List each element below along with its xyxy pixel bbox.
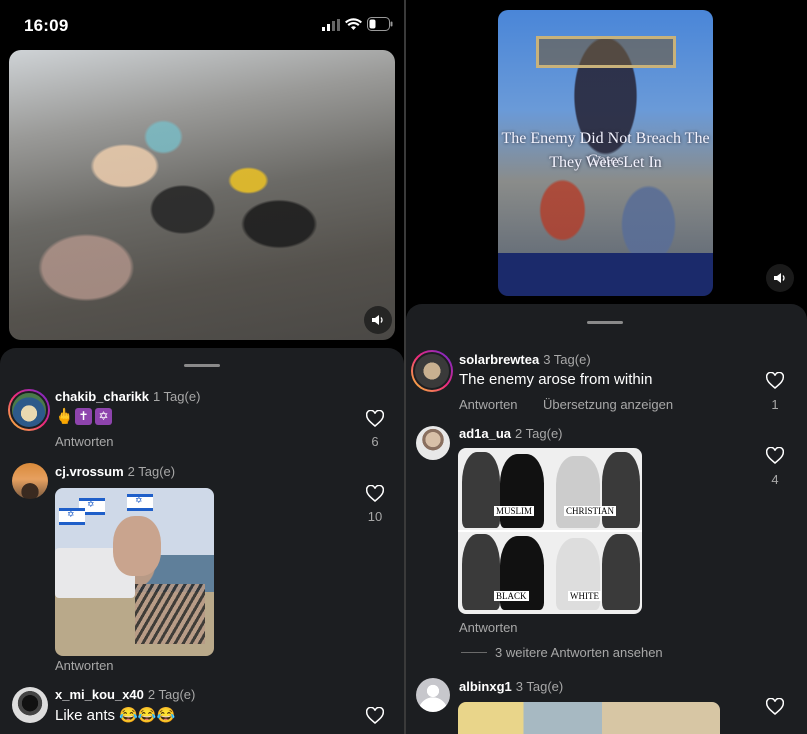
wifi-icon xyxy=(345,18,362,30)
latin-cross-emoji: ✝ xyxy=(75,407,92,425)
cartoon-figure xyxy=(462,452,500,528)
caricature-face xyxy=(113,516,161,576)
gate-graphic xyxy=(536,36,676,68)
comment-time: 2 Tag(e) xyxy=(515,426,563,441)
cartoon-label: MUSLIM xyxy=(494,506,535,516)
status-bar: 16:09 xyxy=(0,0,404,50)
battery-icon xyxy=(367,17,393,31)
avatar[interactable] xyxy=(8,389,50,431)
cartoon-figure xyxy=(556,456,600,528)
comment-image[interactable] xyxy=(55,488,214,656)
video-caption-line2: They Were Let In xyxy=(549,154,662,171)
heart-icon[interactable] xyxy=(366,410,384,427)
speaker-icon xyxy=(372,315,383,325)
comment-username[interactable]: chakib_charikk 1 Tag(e) xyxy=(55,389,200,404)
left-screen: 16:09 chakib_charikk 1 Tag(e) 🖕 ✝ ✡ Antw… xyxy=(0,0,404,734)
israel-flag xyxy=(59,508,85,525)
username-link[interactable]: x_mi_kou_x40 xyxy=(55,687,144,702)
panel-separator xyxy=(458,530,642,532)
cartoon-label: CHRISTIAN xyxy=(564,506,617,516)
cartoon-figure xyxy=(602,452,640,528)
middle-finger-emoji: 🖕 xyxy=(55,407,74,425)
username-link[interactable]: chakib_charikk xyxy=(55,389,149,404)
reply-button[interactable]: Antworten xyxy=(55,434,114,449)
like-count: 10 xyxy=(367,509,383,524)
speaker-icon xyxy=(774,273,785,283)
reply-button[interactable]: Antworten xyxy=(459,620,518,635)
comment-username[interactable]: solarbrewtea 3 Tag(e) xyxy=(459,352,591,367)
view-more-replies-button[interactable]: 3 weitere Antworten ansehen xyxy=(495,645,663,660)
heart-icon[interactable] xyxy=(766,372,784,389)
comment-username[interactable]: ad1a_ua 2 Tag(e) xyxy=(459,426,563,441)
username-link[interactable]: ad1a_ua xyxy=(459,426,511,441)
comment-time: 2 Tag(e) xyxy=(147,687,196,702)
avatar[interactable] xyxy=(411,350,453,392)
translate-button[interactable]: Übersetzung anzeigen xyxy=(543,397,673,412)
like-count: 1 xyxy=(771,397,779,412)
heart-icon[interactable] xyxy=(766,447,784,464)
reply-button[interactable]: Antworten xyxy=(55,658,114,673)
like-count: 6 xyxy=(371,434,379,449)
crowd xyxy=(135,584,205,644)
cartoon-figure xyxy=(500,454,544,528)
comment-username[interactable]: albinxg1 3 Tag(e) xyxy=(459,679,563,694)
comment-time: 3 Tag(e) xyxy=(515,679,564,694)
heart-icon[interactable] xyxy=(766,698,784,715)
avatar-placeholder[interactable] xyxy=(416,678,450,712)
cartoon-figure xyxy=(602,534,640,610)
avatar[interactable] xyxy=(416,426,450,460)
sheet-grabber[interactable] xyxy=(184,364,220,367)
star-of-david-emoji: ✡ xyxy=(95,407,112,425)
cartoon-label: BLACK xyxy=(494,591,529,601)
comment-text: Like ants 😂😂😂 xyxy=(55,707,176,724)
username-link[interactable]: albinxg1 xyxy=(459,679,512,694)
israel-flag xyxy=(127,494,153,511)
mute-button[interactable] xyxy=(766,264,794,292)
avatar[interactable] xyxy=(12,463,48,499)
video-player[interactable]: The Enemy Did Not Breach The Gates They … xyxy=(498,10,713,296)
comment-username[interactable]: cj.vrossum 2 Tag(e) xyxy=(55,464,175,479)
mute-button[interactable] xyxy=(364,306,392,334)
heart-icon[interactable] xyxy=(366,707,384,724)
comment-image[interactable]: MUSLIM CHRISTIAN BLACK WHITE xyxy=(458,448,642,614)
like-count: 4 xyxy=(771,472,779,487)
heart-icon[interactable] xyxy=(366,485,384,502)
right-screen: The Enemy Did Not Breach The Gates They … xyxy=(406,0,807,734)
username-link[interactable]: solarbrewtea xyxy=(459,352,539,367)
video-player[interactable] xyxy=(9,50,395,340)
more-replies-line xyxy=(461,652,487,653)
comment-time: 3 Tag(e) xyxy=(543,352,591,367)
comment-image[interactable] xyxy=(458,702,720,734)
comment-text: 🖕 ✝ ✡ xyxy=(55,407,115,425)
cartoon-label: WHITE xyxy=(568,591,601,601)
comment-time: 1 Tag(e) xyxy=(152,389,201,404)
sheet-grabber[interactable] xyxy=(587,321,623,324)
username-link[interactable]: cj.vrossum xyxy=(55,464,124,479)
comment-username[interactable]: x_mi_kou_x40 2 Tag(e) xyxy=(55,687,195,702)
avatar[interactable] xyxy=(12,687,48,723)
comment-time: 2 Tag(e) xyxy=(127,464,176,479)
reply-button[interactable]: Antworten xyxy=(459,397,518,412)
status-time: 16:09 xyxy=(24,16,69,35)
signal-icon xyxy=(322,19,340,31)
comment-text: The enemy arose from within xyxy=(459,371,653,388)
